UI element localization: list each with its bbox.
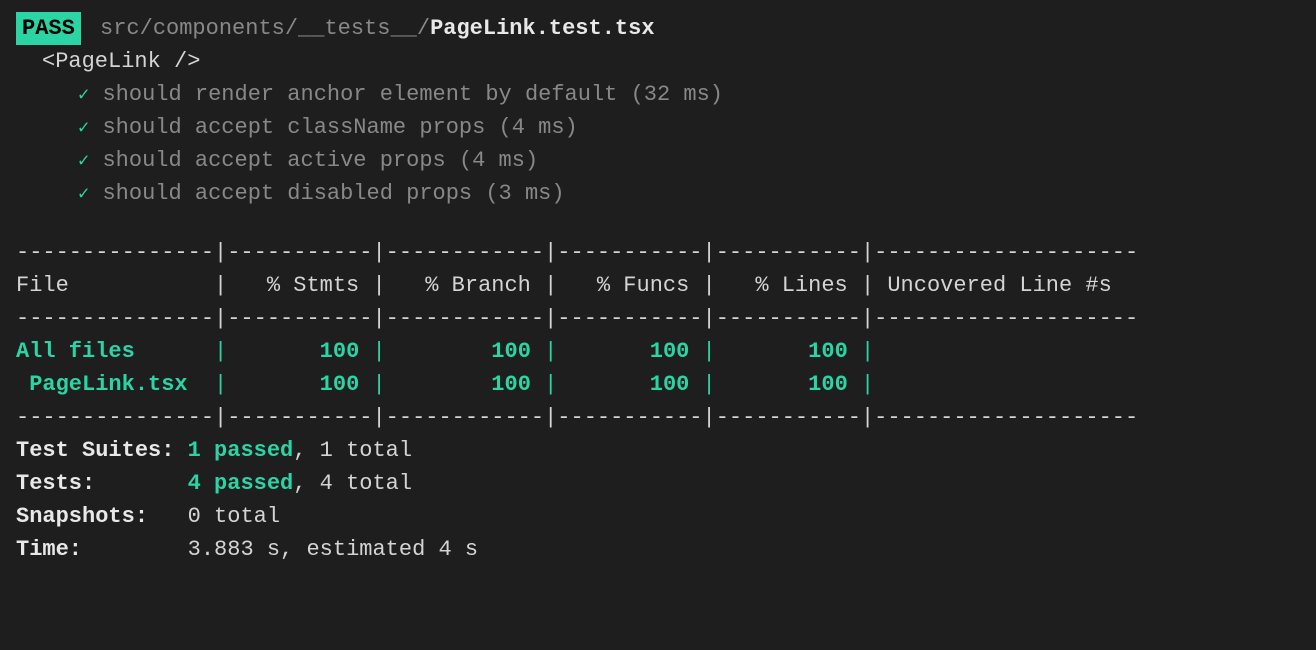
summary-suites-passed: 1 passed bbox=[188, 438, 294, 463]
suite-name: <PageLink /> bbox=[16, 45, 1300, 78]
test-name: should accept disabled props bbox=[102, 181, 472, 206]
test-row: ✓ should render anchor element by defaul… bbox=[16, 78, 1300, 111]
test-name: should accept className props bbox=[102, 115, 485, 140]
test-duration: (4 ms) bbox=[459, 148, 538, 173]
check-icon: ✓ bbox=[78, 117, 89, 139]
summary-time-label: Time: bbox=[16, 537, 82, 562]
coverage-table: ---------------|-----------|------------… bbox=[16, 236, 1300, 434]
summary-tests-passed: 4 passed bbox=[188, 471, 294, 496]
test-row: ✓ should accept className props (4 ms) bbox=[16, 111, 1300, 144]
test-name: should accept active props bbox=[102, 148, 445, 173]
check-icon: ✓ bbox=[78, 183, 89, 205]
summary-suites-total: , 1 total bbox=[293, 438, 412, 463]
summary-time-value: 3.883 s, estimated 4 s bbox=[188, 537, 478, 562]
test-file-header: PASS src/components/__tests__/PageLink.t… bbox=[16, 12, 1300, 45]
summary-snapshots-value: 0 total bbox=[188, 504, 280, 529]
check-icon: ✓ bbox=[78, 150, 89, 172]
summary: Test Suites: 1 passed, 1 total Tests: 4 … bbox=[16, 434, 1300, 566]
file-name: PageLink.test.tsx bbox=[430, 16, 654, 41]
summary-tests-label: Tests: bbox=[16, 471, 95, 496]
pass-badge: PASS bbox=[16, 12, 81, 45]
test-duration: (32 ms) bbox=[631, 82, 723, 107]
summary-suites-label: Test Suites: bbox=[16, 438, 174, 463]
test-row: ✓ should accept disabled props (3 ms) bbox=[16, 177, 1300, 210]
summary-tests-total: , 4 total bbox=[293, 471, 412, 496]
check-icon: ✓ bbox=[78, 84, 89, 106]
test-duration: (3 ms) bbox=[485, 181, 564, 206]
test-row: ✓ should accept active props (4 ms) bbox=[16, 144, 1300, 177]
summary-snapshots-label: Snapshots: bbox=[16, 504, 148, 529]
test-list: ✓ should render anchor element by defaul… bbox=[16, 78, 1300, 210]
file-path-prefix: src/components/__tests__/ bbox=[100, 16, 430, 41]
test-name: should render anchor element by default bbox=[102, 82, 617, 107]
test-duration: (4 ms) bbox=[499, 115, 578, 140]
